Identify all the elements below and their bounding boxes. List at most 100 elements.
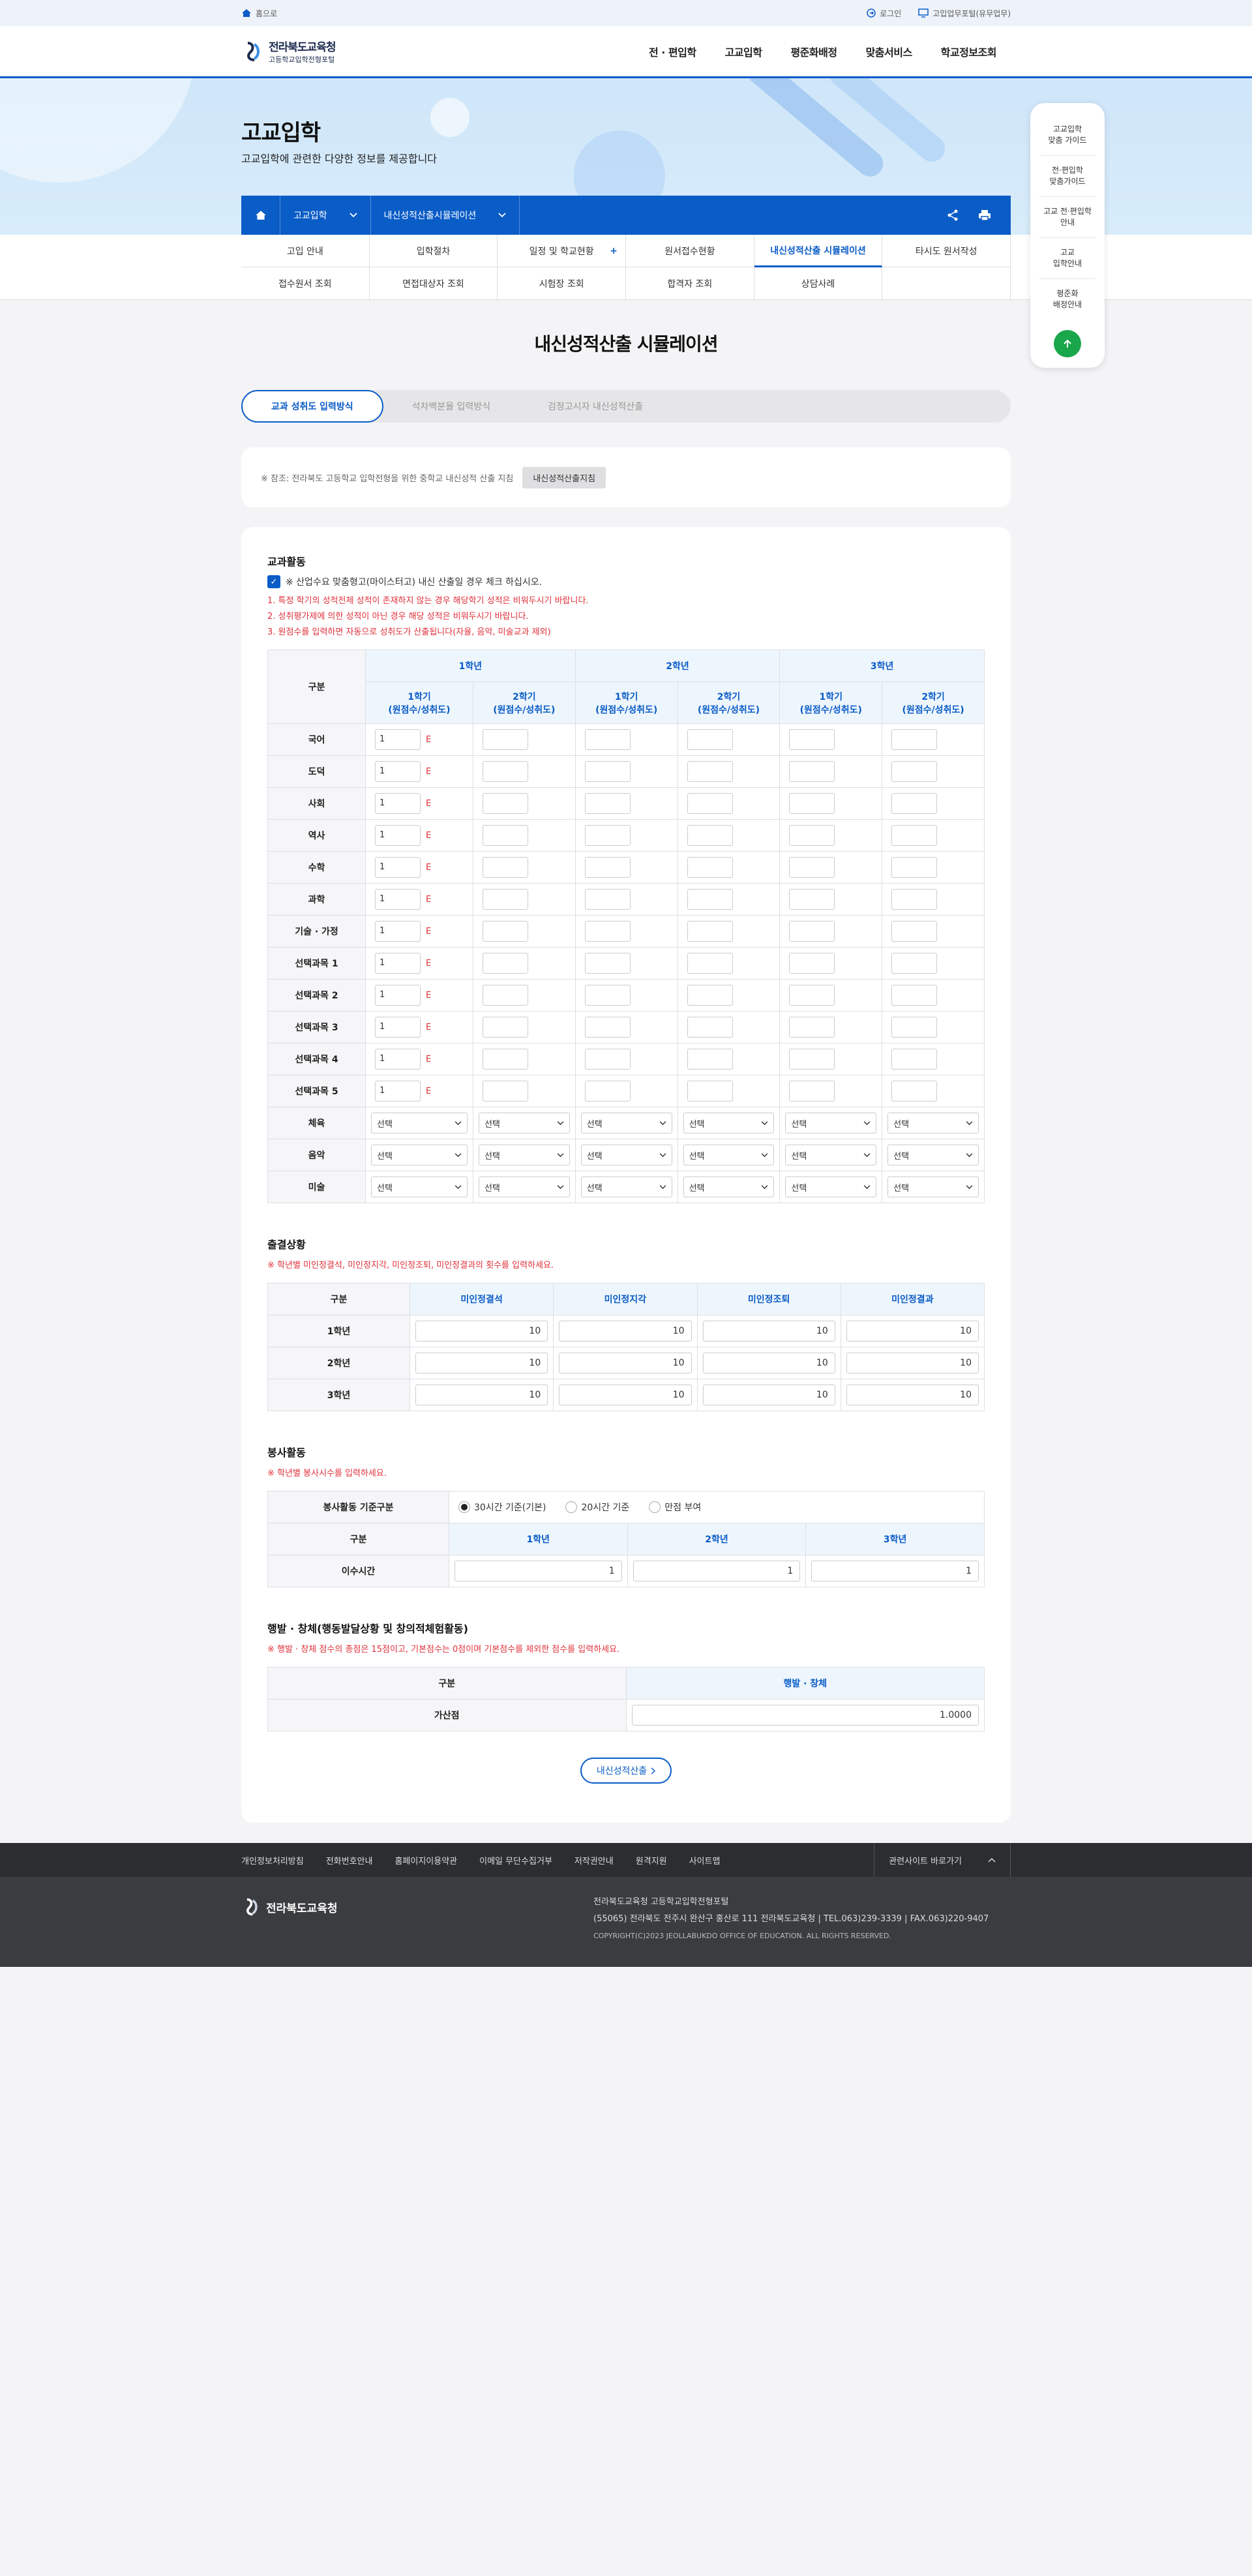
nav-item-assignment[interactable]: 평준화배정 (776, 44, 851, 59)
score-input[interactable]: 1 (375, 1081, 421, 1101)
score-input[interactable] (584, 985, 631, 1006)
score-input[interactable] (482, 889, 528, 910)
score-input[interactable] (584, 1049, 631, 1070)
score-input[interactable] (687, 1081, 733, 1101)
score-input[interactable] (789, 985, 835, 1006)
score-input[interactable] (584, 729, 631, 750)
submenu-simulation[interactable]: 내신성적산출 시뮬레이션 (754, 235, 883, 267)
grade-select[interactable]: 선택 (683, 1145, 775, 1165)
score-input[interactable] (891, 857, 938, 878)
score-input[interactable] (789, 729, 835, 750)
score-input[interactable] (891, 729, 938, 750)
score-input[interactable]: 1 (375, 953, 421, 974)
submenu-pass-lookup[interactable]: 합격자 조회 (626, 267, 754, 300)
quick-transfer-guide[interactable]: 전·편입학 맞춤가이드 (1039, 156, 1096, 197)
score-input[interactable] (687, 857, 733, 878)
grade-select[interactable]: 선택 (785, 1113, 877, 1133)
grade-select[interactable]: 선택 (887, 1176, 979, 1197)
grade-select[interactable]: 선택 (580, 1176, 672, 1197)
behavior-bonus-input[interactable]: 1.0000 (631, 1705, 979, 1726)
attendance-count-input[interactable]: 10 (702, 1385, 835, 1405)
share-icon[interactable] (947, 209, 959, 221)
checkbox-checked-icon[interactable]: ✓ (267, 575, 280, 588)
footer-link-email-refuse[interactable]: 이메일 무단수집거부 (479, 1854, 552, 1866)
volunteer-hours-year-2[interactable]: 1 (633, 1561, 801, 1581)
submenu-other-region[interactable]: 타시도 원서작성 (882, 235, 1011, 267)
score-input[interactable] (482, 857, 528, 878)
score-input[interactable] (687, 953, 733, 974)
score-input[interactable]: 1 (375, 1049, 421, 1070)
grade-select[interactable]: 선택 (887, 1113, 979, 1133)
score-input[interactable] (891, 1017, 938, 1038)
score-input[interactable] (789, 1017, 835, 1038)
location-depth1[interactable]: 고교입학 (280, 196, 371, 235)
score-input[interactable] (687, 825, 733, 846)
score-input[interactable] (891, 953, 938, 974)
nav-item-transfer[interactable]: 전 · 편입학 (634, 44, 711, 59)
score-input[interactable] (584, 857, 631, 878)
attendance-count-input[interactable]: 10 (559, 1353, 692, 1373)
footer-link-remote[interactable]: 원격지원 (636, 1854, 667, 1866)
score-input[interactable] (789, 761, 835, 782)
grade-select[interactable]: 선택 (478, 1113, 570, 1133)
score-input[interactable] (687, 889, 733, 910)
footer-link-terms[interactable]: 홈페이지이용약관 (395, 1854, 457, 1866)
score-input[interactable] (584, 921, 631, 942)
volunteer-hours-year-1[interactable]: 1 (455, 1561, 622, 1581)
score-input[interactable] (789, 1081, 835, 1101)
grade-select[interactable]: 선택 (478, 1145, 570, 1165)
score-input[interactable] (687, 793, 733, 814)
location-home[interactable] (241, 196, 280, 235)
attendance-count-input[interactable]: 10 (846, 1353, 979, 1373)
guideline-button[interactable]: 내신성적산출지침 (522, 466, 606, 488)
score-input[interactable] (891, 761, 938, 782)
score-input[interactable] (584, 1017, 631, 1038)
attendance-count-input[interactable]: 10 (702, 1353, 835, 1373)
tab-achievement[interactable]: 교과 성취도 입력방식 (241, 390, 383, 423)
radio-30h[interactable]: 30시간 기준(기본) (458, 1501, 546, 1514)
score-input[interactable] (687, 729, 733, 750)
attendance-count-input[interactable]: 10 (846, 1385, 979, 1405)
score-input[interactable] (482, 761, 528, 782)
tab-ged[interactable]: 검정고시자 내신성적산출 (519, 390, 672, 423)
score-input[interactable]: 1 (375, 985, 421, 1006)
score-input[interactable] (687, 1049, 733, 1070)
score-input[interactable] (687, 761, 733, 782)
home-link[interactable]: 홈으로 (241, 8, 277, 19)
score-input[interactable] (789, 889, 835, 910)
site-logo[interactable]: 전라북도교육청 고등학교입학전형포털 (241, 38, 336, 65)
nav-item-admission[interactable]: 고교입학 (711, 44, 777, 59)
score-input[interactable] (789, 921, 835, 942)
score-input[interactable] (482, 985, 528, 1006)
score-input[interactable] (687, 1017, 733, 1038)
footer-link-copyright[interactable]: 저작권안내 (574, 1854, 614, 1866)
volunteer-hours-year-3[interactable]: 1 (811, 1561, 979, 1581)
submenu-procedure[interactable]: 입학절차 (369, 235, 498, 267)
score-input[interactable]: 1 (375, 825, 421, 846)
score-input[interactable] (584, 793, 631, 814)
submenu-application-status[interactable]: 원서접수현황 (626, 235, 754, 267)
submenu-application-lookup[interactable]: 접수원서 조회 (241, 267, 370, 300)
score-input[interactable] (584, 761, 631, 782)
attendance-count-input[interactable]: 10 (846, 1321, 979, 1341)
radio-20h[interactable]: 20시간 기준 (565, 1501, 629, 1514)
tab-rank-percent[interactable]: 석차백분율 입력방식 (383, 390, 519, 423)
score-input[interactable] (482, 1081, 528, 1101)
score-input[interactable]: 1 (375, 729, 421, 750)
footer-link-privacy[interactable]: 개인정보처리방침 (241, 1854, 304, 1866)
related-sites-dropdown[interactable]: 관련사이트 바로가기 (874, 1843, 1011, 1877)
attendance-count-input[interactable]: 10 (415, 1353, 548, 1373)
calculate-button[interactable]: 내신성적산출 (580, 1758, 672, 1784)
footer-link-phone[interactable]: 전화번호안내 (326, 1854, 373, 1866)
score-input[interactable] (482, 953, 528, 974)
score-input[interactable] (789, 825, 835, 846)
quick-assignment-info[interactable]: 평준화 배정안내 (1039, 279, 1096, 320)
score-input[interactable] (789, 793, 835, 814)
score-input[interactable] (891, 1081, 938, 1101)
attendance-count-input[interactable]: 10 (702, 1321, 835, 1341)
score-input[interactable]: 1 (375, 921, 421, 942)
quick-transfer-info[interactable]: 고교 전·편입학 안내 (1039, 197, 1096, 238)
score-input[interactable] (891, 985, 938, 1006)
scroll-top-button[interactable] (1054, 330, 1081, 357)
grade-select[interactable]: 선택 (371, 1145, 468, 1165)
